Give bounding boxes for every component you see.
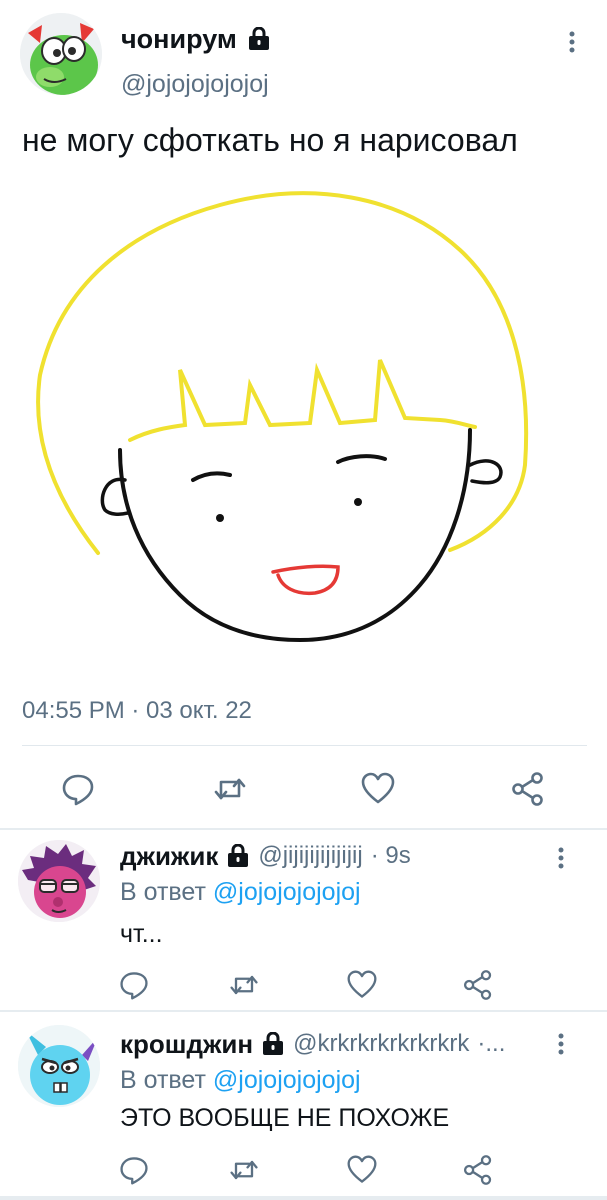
more-vertical-icon	[569, 31, 575, 53]
reply-author-name[interactable]: джижик	[120, 840, 218, 872]
reply-author-handle[interactable]: @jijijijijijijij	[258, 840, 362, 872]
reply-prefix: В ответ	[120, 878, 206, 906]
reply-button[interactable]	[118, 969, 150, 1001]
reply-actions	[110, 1150, 590, 1190]
tweet-drawing-image[interactable]	[20, 175, 590, 665]
more-vertical-icon	[558, 847, 564, 869]
author-avatar[interactable]	[20, 13, 102, 95]
more-vertical-icon	[558, 1033, 564, 1055]
like-button[interactable]	[346, 969, 378, 1001]
reply-header: крошджин @krkrkrkrkrkrkrk ·...	[120, 1028, 505, 1060]
retweet-button[interactable]	[212, 771, 248, 807]
lock-icon	[263, 1032, 284, 1055]
share-button[interactable]	[462, 1154, 494, 1186]
face-drawing	[36, 191, 529, 643]
reply-avatar[interactable]	[18, 840, 100, 922]
reply-author-handle[interactable]: @krkrkrkrkrkrkrk	[293, 1028, 469, 1060]
tweet-timestamp[interactable]: 04:55 PM · 03 окт. 22	[22, 695, 252, 727]
divider	[22, 745, 587, 746]
reply-button[interactable]	[118, 1154, 150, 1186]
more-options-button[interactable]	[551, 844, 571, 874]
reply-text: чт...	[120, 920, 163, 948]
author-handle[interactable]: @jojojojojojoj	[121, 68, 269, 100]
reply-mention-link[interactable]: @jojojojojojoj	[213, 878, 361, 906]
reply-actions	[110, 965, 590, 1005]
share-button[interactable]	[462, 969, 494, 1001]
lock-icon	[248, 27, 269, 50]
more-options-button[interactable]	[551, 1030, 571, 1060]
reply-avatar[interactable]	[18, 1025, 100, 1107]
lock-icon	[228, 844, 249, 867]
share-icon	[463, 1155, 492, 1185]
retweet-button[interactable]	[228, 969, 260, 1001]
retweet-button[interactable]	[228, 1154, 260, 1186]
separator	[0, 1010, 607, 1012]
retweet-icon	[214, 778, 246, 800]
separator	[0, 1196, 607, 1200]
share-button[interactable]	[510, 771, 546, 807]
author-name[interactable]: чонирум	[121, 22, 237, 56]
heart-icon	[347, 970, 377, 998]
reply-icon	[120, 1157, 148, 1185]
reply-icon	[62, 774, 94, 806]
like-button[interactable]	[360, 771, 396, 807]
separator	[0, 828, 607, 830]
rabbit-avatar-icon	[18, 1025, 100, 1107]
in-reply-to: В ответ @jojojojojojoj	[120, 876, 361, 908]
author-name-row: чонирум	[121, 22, 271, 56]
reply-header: джижик @jijijijijijijij · 9s	[120, 840, 411, 872]
tweet-text: не могу сфоткать но я нарисовал	[22, 122, 518, 158]
reply-icon	[120, 972, 148, 1000]
more-options-button[interactable]	[562, 28, 582, 58]
reply-mention-link[interactable]: @jojojojojojoj	[213, 1066, 361, 1094]
reply-button[interactable]	[60, 771, 96, 807]
retweet-icon	[230, 975, 258, 995]
reply-time[interactable]: ·...	[477, 1028, 505, 1060]
tweet-actions	[0, 765, 607, 813]
hedgehog-avatar-icon	[18, 840, 100, 922]
share-icon	[463, 970, 492, 1000]
like-button[interactable]	[346, 1154, 378, 1186]
reply-author-name[interactable]: крошджин	[120, 1028, 253, 1060]
in-reply-to: В ответ @jojojojojojoj	[120, 1064, 361, 1096]
reply-text: ЭТО ВООБЩЕ НЕ ПОХОЖЕ	[120, 1104, 450, 1132]
reply-prefix: В ответ	[120, 1066, 206, 1094]
heart-icon	[347, 1155, 377, 1183]
retweet-icon	[230, 1160, 258, 1180]
dragon-avatar-icon	[20, 13, 102, 95]
reply-time[interactable]: · 9s	[371, 840, 411, 872]
heart-icon	[361, 772, 395, 804]
share-icon	[512, 772, 543, 806]
